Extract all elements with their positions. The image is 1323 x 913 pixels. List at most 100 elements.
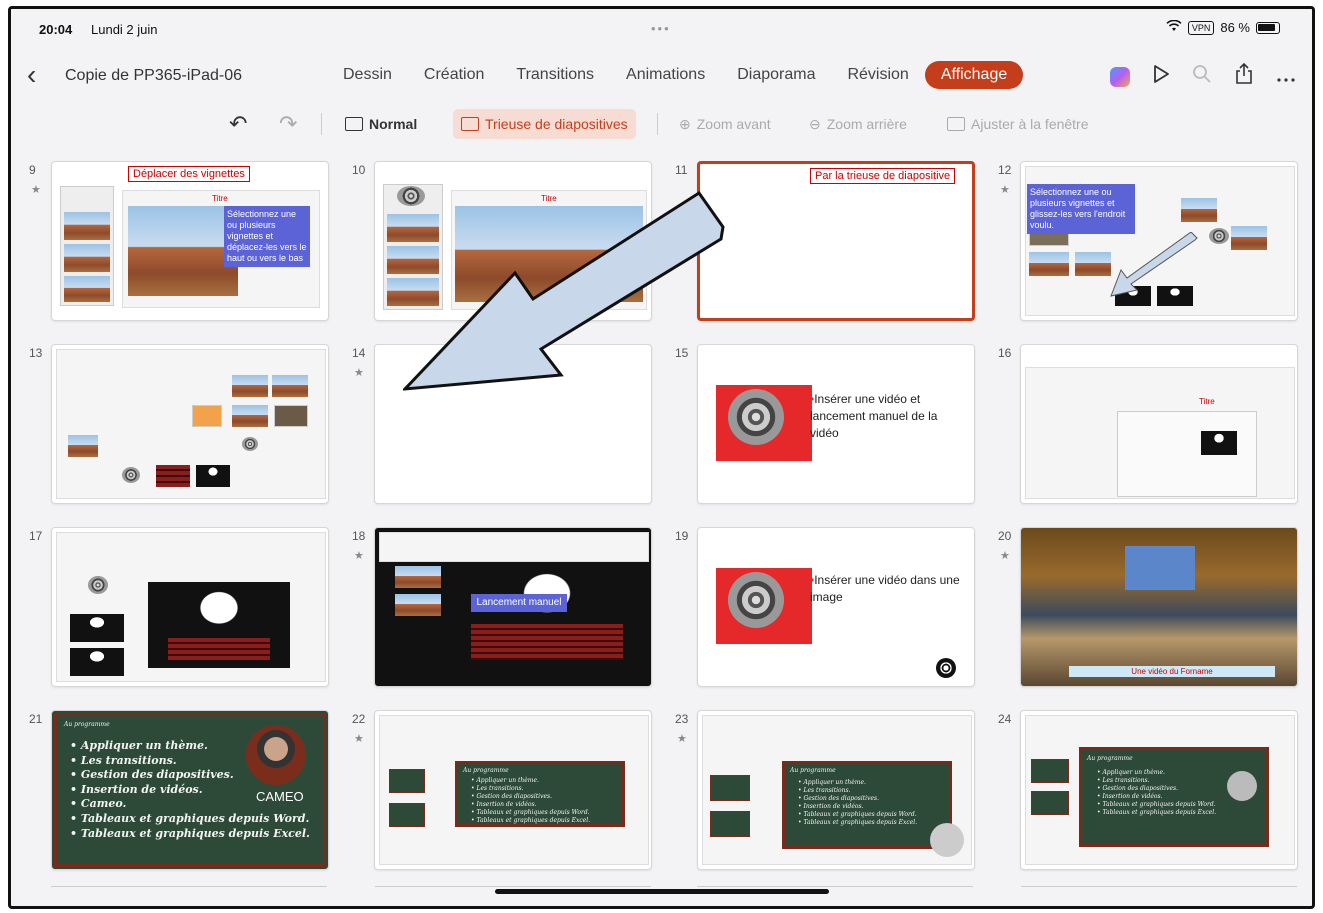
ribbon-tabs: Dessin Création Transitions Animations D… bbox=[327, 61, 1024, 89]
slide-16[interactable]: 16 Titre bbox=[992, 342, 1312, 512]
film-reel-icon bbox=[88, 576, 108, 594]
slide-24[interactable]: 24 Au programme • Appliquer un thème. • … bbox=[992, 708, 1312, 878]
zoom-in-button[interactable]: ⊕ Zoom avant bbox=[679, 109, 771, 139]
zoom-out-label: Zoom arrière bbox=[826, 116, 907, 132]
slide-17[interactable]: 17 bbox=[23, 525, 343, 695]
slide-19[interactable]: 19 •Insérer une vidéo dans une image bbox=[669, 525, 989, 695]
normal-view-label: Normal bbox=[369, 116, 418, 132]
tab-creation[interactable]: Création bbox=[408, 61, 500, 89]
film-reel-icon bbox=[1209, 228, 1229, 244]
slide-thumbnail[interactable]: Au programme • Appliquer un thème. • Les… bbox=[374, 710, 652, 870]
desert-thumb bbox=[1075, 252, 1111, 276]
desert-thumb bbox=[64, 244, 110, 272]
slide-thumbnail[interactable]: Une vidéo du Forname bbox=[1020, 527, 1298, 687]
tab-animations[interactable]: Animations bbox=[610, 61, 721, 89]
animation-star-icon: ★ bbox=[354, 550, 364, 562]
view-toolbar: ↶ ↷ Normal Trieuse de diapositives ⊕ Zoo… bbox=[11, 103, 1312, 143]
battery-percent: 86 % bbox=[1220, 20, 1250, 35]
instruction-note: Sélectionnez une ou plusieurs vignettes … bbox=[224, 206, 310, 267]
program-item: • Insertion de vidéos. bbox=[1097, 793, 1163, 800]
slide-thumbnail[interactable]: Titre bbox=[1020, 344, 1298, 504]
chalk-thumb bbox=[710, 811, 750, 837]
tab-diaporama[interactable]: Diaporama bbox=[721, 61, 831, 89]
fit-window-icon bbox=[947, 117, 965, 131]
play-icon[interactable] bbox=[1152, 64, 1170, 90]
multitask-dots[interactable]: ••• bbox=[651, 21, 671, 36]
slide-number: 21 bbox=[29, 712, 43, 726]
tab-revision[interactable]: Révision bbox=[831, 61, 924, 89]
home-indicator[interactable] bbox=[495, 889, 829, 894]
program-heading: Au programme bbox=[64, 721, 110, 728]
cameo-label: CAMEO bbox=[256, 789, 304, 804]
more-icon[interactable] bbox=[1276, 66, 1296, 89]
zoom-out-icon: ⊖ bbox=[809, 115, 821, 132]
status-time: 20:04 bbox=[39, 22, 73, 37]
slide-22[interactable]: 22 ★ Au programme • Appliquer un thème. … bbox=[346, 708, 666, 878]
program-item: • Appliquer un thème. bbox=[798, 779, 866, 786]
animation-star-icon: ★ bbox=[677, 733, 687, 745]
chalk-thumb bbox=[1031, 759, 1069, 783]
toolbar-divider bbox=[321, 113, 322, 135]
slide-23[interactable]: 23 ★ Au programme • Appliquer un thème. … bbox=[669, 708, 989, 878]
mini-arrow-icon bbox=[1110, 232, 1198, 297]
program-item: • Tableaux et graphiques depuis Excel. bbox=[1097, 809, 1217, 816]
slide-21[interactable]: 21 Au programme • Appliquer un thème. • … bbox=[23, 708, 343, 878]
share-icon[interactable] bbox=[1234, 62, 1254, 91]
desert-image bbox=[128, 206, 238, 296]
desert-thumb bbox=[232, 375, 268, 397]
tab-affichage[interactable]: Affichage bbox=[924, 61, 1024, 89]
normal-view-icon bbox=[345, 117, 363, 131]
status-date: Lundi 2 juin bbox=[91, 22, 158, 37]
slide-20[interactable]: 20 ★ Une vidéo du Forname bbox=[992, 525, 1312, 695]
program-list: • Appliquer un thème. • Les transitions.… bbox=[471, 777, 590, 825]
film-reel-icon bbox=[122, 467, 140, 483]
back-button[interactable]: ‹ bbox=[27, 61, 36, 89]
redo-button[interactable]: ↷ bbox=[279, 109, 297, 139]
document-title[interactable]: Copie de PP365-iPad-06 bbox=[65, 67, 242, 85]
slide-thumbnail[interactable]: Déplacer des vignettes Titre Sélectionne… bbox=[51, 161, 329, 321]
slide-number: 20 bbox=[998, 529, 1012, 543]
theater-thumb bbox=[70, 648, 124, 676]
slide-thumbnail[interactable]: Au programme • Appliquer un thème. • Les… bbox=[1020, 710, 1298, 870]
slide-thumbnail[interactable]: Au programme • Appliquer un thème. • Les… bbox=[51, 710, 329, 870]
tab-dessin[interactable]: Dessin bbox=[327, 61, 408, 89]
program-item: • Tableaux et graphiques depuis Excel. bbox=[70, 826, 310, 840]
slide-number: 12 bbox=[998, 163, 1012, 177]
slide-18[interactable]: 18 ★ Lancement manuel bbox=[346, 525, 666, 695]
program-item: • Les transitions. bbox=[798, 787, 851, 794]
slide-thumbnail[interactable]: Sélectionnez une ou plusieurs vignettes … bbox=[1020, 161, 1298, 321]
slide-thumbnail[interactable] bbox=[51, 527, 329, 687]
normal-view-button[interactable]: Normal bbox=[345, 109, 417, 139]
video-caption: Une vidéo du Forname bbox=[1069, 666, 1275, 677]
tab-transitions[interactable]: Transitions bbox=[500, 61, 610, 89]
slide-sorter-button[interactable]: Trieuse de diapositives bbox=[453, 109, 636, 139]
cameo-avatar bbox=[930, 823, 964, 857]
fit-window-button[interactable]: Ajuster à la fenêtre bbox=[947, 109, 1089, 139]
slide-thumbnail[interactable]: Au programme • Appliquer un thème. • Les… bbox=[697, 710, 975, 870]
chalk-thumb bbox=[710, 775, 750, 801]
slide-label: Déplacer des vignettes bbox=[128, 166, 250, 182]
program-item: • Gestion des diapositives. bbox=[1097, 785, 1179, 792]
animation-star-icon: ★ bbox=[354, 733, 364, 745]
slide-12[interactable]: 12 ★ Sélectionnez une ou plusieurs vigne… bbox=[992, 159, 1312, 329]
status-right: VPN 86 % bbox=[1166, 19, 1280, 35]
slide-13[interactable]: 13 bbox=[23, 342, 343, 512]
ribbon: ‹ Copie de PP365-iPad-06 Dessin Création… bbox=[11, 53, 1312, 99]
program-item: • Gestion des diapositives. bbox=[471, 793, 553, 800]
toolbar-divider bbox=[657, 113, 658, 135]
undo-button[interactable]: ↶ bbox=[229, 109, 247, 139]
slide-9[interactable]: 9 ★ Déplacer des vignettes Titre Sélecti… bbox=[23, 159, 343, 329]
program-item: • Les transitions. bbox=[471, 785, 524, 792]
zoom-out-button[interactable]: ⊖ Zoom arrière bbox=[809, 109, 907, 139]
desert-thumb bbox=[232, 405, 268, 427]
theater-thumb bbox=[70, 614, 124, 642]
film-reel-icon bbox=[242, 437, 258, 451]
slide-thumbnail[interactable] bbox=[51, 344, 329, 504]
program-heading: Au programme bbox=[790, 767, 836, 774]
slide-thumbnail[interactable]: Lancement manuel bbox=[374, 527, 652, 687]
search-icon[interactable] bbox=[1192, 64, 1212, 90]
cameo-avatar bbox=[246, 725, 306, 785]
copilot-icon[interactable] bbox=[1110, 67, 1130, 87]
slide-thumbnail[interactable]: •Insérer une vidéo dans une image bbox=[697, 527, 975, 687]
chalk-thumb bbox=[389, 769, 425, 793]
